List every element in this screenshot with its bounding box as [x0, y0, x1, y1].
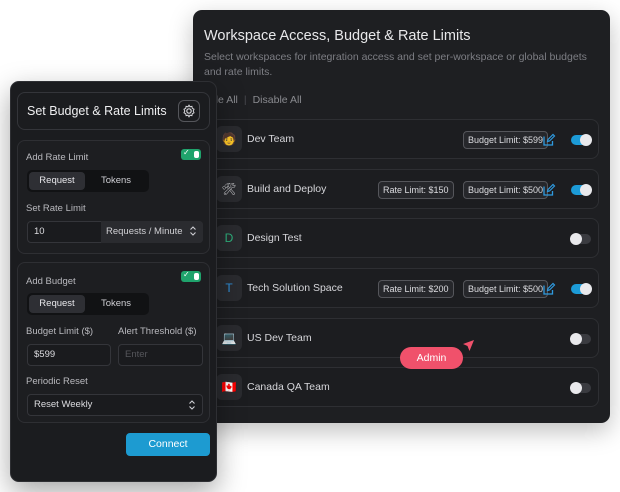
workspace-toggle[interactable]: [571, 283, 592, 295]
set-rate-limit-label: Set Rate Limit: [26, 203, 86, 214]
rate-unit-value: Requests / Minute: [106, 226, 183, 237]
connect-button[interactable]: Connect: [126, 433, 210, 456]
segment-request[interactable]: Request: [29, 295, 85, 313]
admin-cursor-tag: Admin: [400, 347, 463, 369]
toggle-knob: [580, 134, 592, 146]
workspace-name: Design Test: [247, 232, 302, 244]
segment-request[interactable]: Request: [29, 172, 85, 190]
periodic-reset-value: Reset Weekly: [34, 399, 93, 410]
check-icon: ✓: [183, 148, 190, 157]
panel-description: Select workspaces for integration access…: [204, 51, 587, 78]
workspace-toggle[interactable]: [571, 134, 592, 146]
workspace-toggle[interactable]: [571, 184, 592, 196]
workspace-name: US Dev Team: [247, 332, 312, 344]
workspace-row-design-test[interactable]: D Design Test: [210, 218, 599, 258]
cursor-pointer-icon: [463, 340, 474, 351]
gear-icon: [183, 104, 195, 118]
rate-limit-type-segment: Request Tokens: [27, 170, 149, 192]
divider: |: [243, 94, 247, 106]
budget-limit-badge: Budget Limit: $599: [463, 131, 549, 149]
workspace-toggle[interactable]: [570, 333, 591, 345]
letter-t-icon: T: [216, 275, 242, 301]
toggle-knob: [570, 233, 582, 245]
budget-limit-badge: Budget Limit: $500: [463, 280, 549, 298]
edit-icon[interactable]: [542, 282, 556, 296]
laptop-icon: 💻: [216, 325, 242, 351]
alert-threshold-placeholder: Enter: [125, 349, 148, 360]
toggle-knob: [194, 151, 199, 158]
alert-threshold-input[interactable]: Enter: [118, 344, 203, 366]
person-emoji-icon: 🧑: [216, 126, 242, 152]
workspace-name: Canada QA Team: [247, 381, 330, 393]
workspace-row-canada-qa-team[interactable]: 🇨🇦 Canada QA Team: [210, 367, 599, 407]
letter-d-icon: D: [216, 225, 242, 251]
tools-icon: 🛠: [216, 176, 242, 202]
edit-icon[interactable]: [542, 133, 556, 147]
chevron-updown-icon: [189, 400, 195, 410]
workspace-name: Build and Deploy: [247, 183, 327, 195]
workspace-name: Dev Team: [247, 133, 295, 145]
panel-title: Workspace Access, Budget & Rate Limits: [204, 28, 471, 44]
rate-limit-badge: Rate Limit: $200: [378, 280, 454, 298]
toggle-knob: [570, 382, 582, 394]
bulk-actions: able All | Disable All: [204, 94, 302, 106]
alert-threshold-label: Alert Threshold ($): [118, 326, 197, 337]
add-budget-label: Add Budget: [26, 276, 76, 287]
check-icon: ✓: [183, 270, 190, 279]
add-rate-limit-label: Add Rate Limit: [26, 152, 89, 163]
canada-flag-icon: 🇨🇦: [216, 374, 242, 400]
budget-limit-label: Budget Limit ($): [26, 326, 94, 337]
workspace-toggle[interactable]: [570, 382, 591, 394]
rate-unit-select[interactable]: Requests / Minute: [101, 221, 203, 243]
budget-limit-input[interactable]: $599: [27, 344, 111, 366]
toggle-knob: [194, 273, 199, 280]
budget-section: Add Budget ✓ Request Tokens Budget Limit…: [17, 262, 210, 423]
periodic-reset-select[interactable]: Reset Weekly: [27, 394, 203, 416]
edit-icon[interactable]: [542, 183, 556, 197]
workspace-name: Tech Solution Space: [247, 282, 343, 294]
budget-limit-badge: Budget Limit: $500: [463, 181, 549, 199]
settings-header: Set Budget & Rate Limits: [17, 92, 210, 130]
workspace-row-build-and-deploy[interactable]: 🛠 Build and Deploy Rate Limit: $150 Budg…: [210, 169, 599, 209]
toggle-knob: [570, 333, 582, 345]
chevron-updown-icon: [190, 226, 196, 236]
rate-limit-section: Add Rate Limit ✓ Request Tokens Set Rate…: [17, 140, 210, 254]
segment-tokens[interactable]: Tokens: [87, 172, 145, 190]
budget-type-segment: Request Tokens: [27, 293, 149, 315]
budget-rate-settings-panel: Set Budget & Rate Limits Add Rate Limit …: [10, 81, 217, 482]
settings-title: Set Budget & Rate Limits: [27, 104, 167, 118]
rate-limit-badge: Rate Limit: $150: [378, 181, 454, 199]
settings-button[interactable]: [178, 100, 200, 122]
periodic-reset-label: Periodic Reset: [26, 376, 88, 387]
rate-limit-value: 10: [34, 226, 45, 237]
workspace-row-tech-solution-space[interactable]: T Tech Solution Space Rate Limit: $200 B…: [210, 268, 599, 308]
workspace-toggle[interactable]: [570, 233, 591, 245]
budget-toggle[interactable]: ✓: [181, 270, 201, 282]
budget-limit-value: $599: [34, 349, 56, 360]
toggle-knob: [580, 283, 592, 295]
toggle-knob: [580, 184, 592, 196]
segment-tokens[interactable]: Tokens: [87, 295, 145, 313]
rate-limit-toggle[interactable]: ✓: [181, 148, 201, 160]
disable-all-link[interactable]: Disable All: [253, 94, 302, 106]
workspace-row-dev-team[interactable]: 🧑 Dev Team Budget Limit: $599: [210, 119, 599, 159]
